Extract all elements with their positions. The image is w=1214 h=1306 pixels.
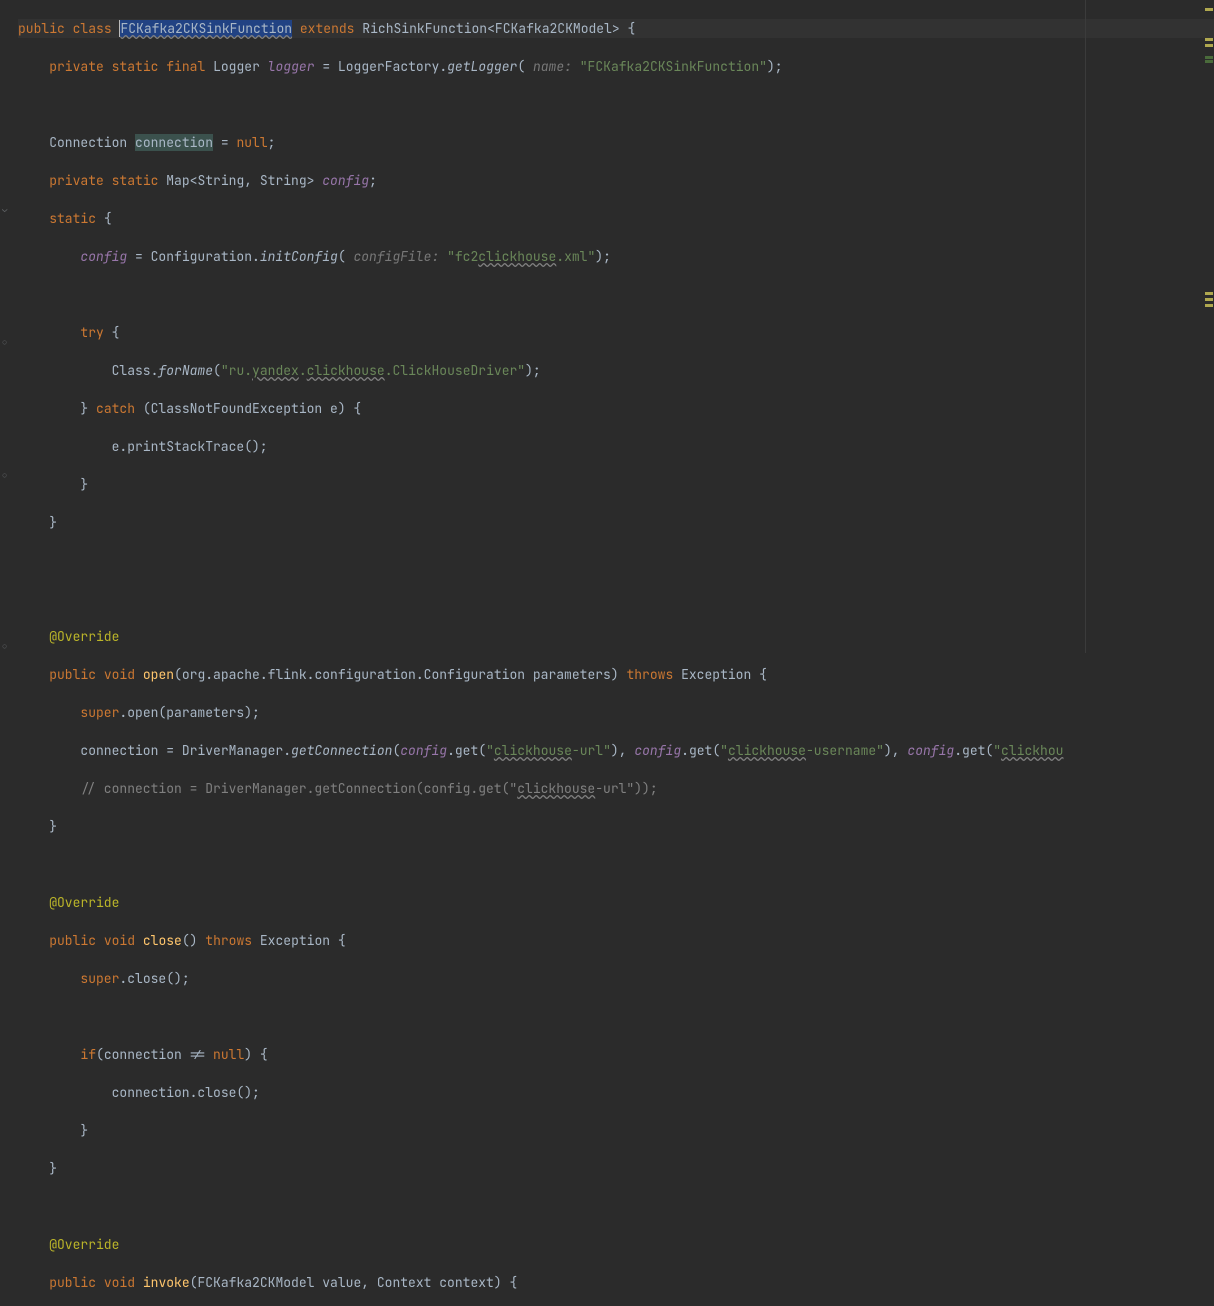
code-line [18, 589, 1214, 608]
minimap-mark[interactable] [1205, 56, 1213, 59]
gutter-override-icon[interactable]: ○ [2, 466, 7, 485]
code-line: private static Map<String, String> confi… [18, 171, 1214, 190]
code-line: connection.close(); [18, 1083, 1214, 1102]
code-line: // connection = DriverManager.getConnect… [18, 779, 1214, 798]
code-line: if(connection != null) { [18, 1045, 1214, 1064]
code-line: } [18, 513, 1214, 532]
code-line [18, 95, 1214, 114]
code-line: @Override [18, 1235, 1214, 1254]
code-line: Class.forName("ru.yandex.clickhouse.Clic… [18, 361, 1214, 380]
minimap-warning[interactable] [1205, 292, 1213, 295]
minimap[interactable] [1203, 0, 1213, 653]
code-line: super.open(parameters); [18, 703, 1214, 722]
minimap-warning[interactable] [1205, 8, 1213, 11]
right-margin-line [1085, 0, 1086, 653]
code-line: private static final Logger logger = Log… [18, 57, 1214, 76]
minimap-warning[interactable] [1205, 38, 1213, 41]
gutter-override-icon[interactable]: ○ [2, 333, 7, 352]
code-line [18, 551, 1214, 570]
code-line: public void open(org.apache.flink.config… [18, 665, 1214, 684]
code-line: e.printStackTrace(); [18, 437, 1214, 456]
code-line: @Override [18, 627, 1214, 646]
code-line: } [18, 1159, 1214, 1178]
gutter-override-icon[interactable]: ○ [2, 637, 7, 656]
code-line: Connection connection = null; [18, 133, 1214, 152]
code-line [18, 855, 1214, 874]
class-name: FCKafka2CKSinkFunction [120, 20, 292, 37]
minimap-mark[interactable] [1205, 60, 1213, 63]
code-line: public void invoke(FCKafka2CKModel value… [18, 1273, 1214, 1292]
code-line: } [18, 475, 1214, 494]
code-line: } [18, 1121, 1214, 1140]
code-line [18, 1007, 1214, 1026]
gutter-foldable-icon[interactable]: ⌄ [2, 200, 7, 219]
code-line: @Override [18, 893, 1214, 912]
code-line: static { [18, 209, 1214, 228]
code-editor[interactable]: public class FCKafka2CKSinkFunction exte… [0, 0, 1214, 1306]
minimap-warning[interactable] [1205, 44, 1213, 47]
minimap-warning[interactable] [1205, 304, 1213, 307]
code-line: } catch (ClassNotFoundException e) { [18, 399, 1214, 418]
code-line: super.close(); [18, 969, 1214, 988]
code-line [18, 1197, 1214, 1216]
code-line [18, 285, 1214, 304]
minimap-warning[interactable] [1205, 298, 1213, 301]
code-line: try { [18, 323, 1214, 342]
code-line: config = Configuration.initConfig( confi… [18, 247, 1214, 266]
code-line: public class FCKafka2CKSinkFunction exte… [18, 19, 1214, 38]
code-line: public void close() throws Exception { [18, 931, 1214, 950]
code-line: connection = DriverManager.getConnection… [18, 741, 1214, 760]
code-line: } [18, 817, 1214, 836]
